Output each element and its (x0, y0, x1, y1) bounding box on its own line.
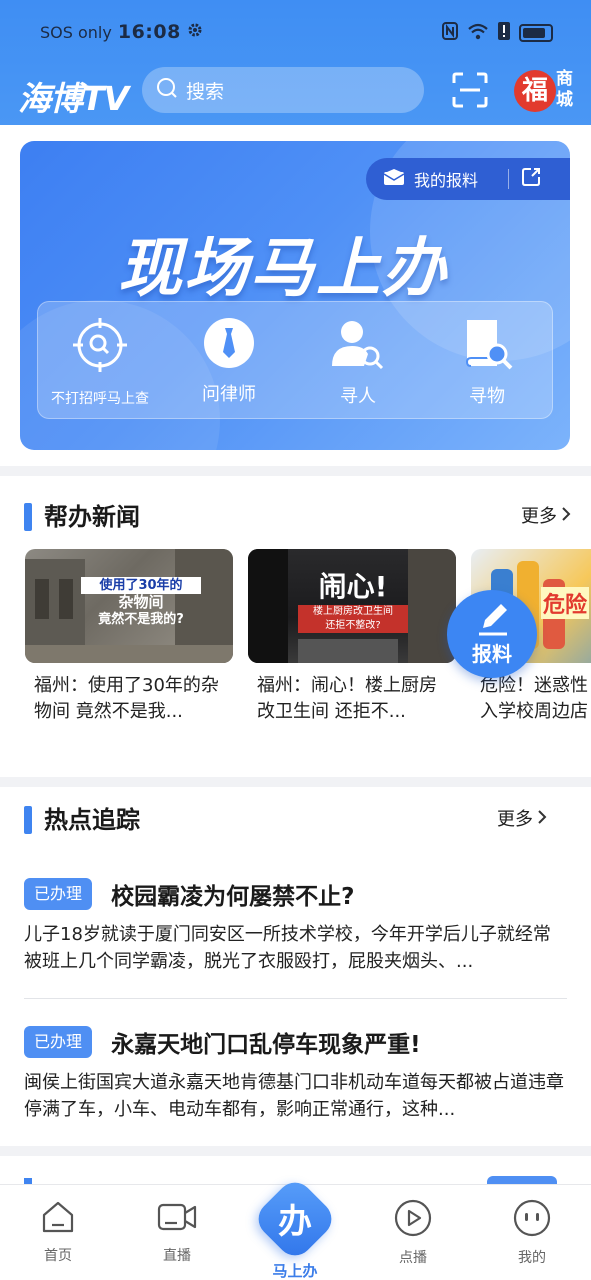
news-thumbnail: 闹心! 楼上厨房改卫生间 还拒不整改? (248, 549, 456, 663)
alert-icon (498, 22, 510, 44)
news-caption: 危险！迷惑性入学校周边店 (480, 675, 588, 722)
thumb-line: 楼上厨房改卫生间 (298, 605, 408, 619)
news-caption: 福州：闹心！楼上厨房改卫生间 还拒不... (257, 675, 437, 722)
help-news-header: 帮办新闻 更多 (24, 500, 571, 534)
section-divider (0, 777, 591, 787)
book-search-icon (459, 320, 515, 376)
action-label: 寻人 (340, 386, 376, 407)
nav-home[interactable]: 首页 (18, 1199, 98, 1265)
mall-badge: 福 (514, 70, 556, 112)
thumb-headline: 闹心! 楼上厨房改卫生间 还拒不整改? (298, 571, 408, 633)
chevron-right-icon (537, 805, 547, 835)
action-label: 寻物 (469, 386, 505, 407)
banner-title: 现场马上办 (118, 232, 448, 306)
action-ask-lawyer[interactable]: 问律师 (169, 316, 289, 406)
hot-item-desc: 儿子18岁就读于厦门同安区一所技术学校，今年开学后儿子就经常被班上几个同学霸凌，… (24, 924, 551, 972)
nav-label: 首页 (44, 1248, 72, 1264)
tie-icon (202, 318, 256, 374)
thumb-headline: 使用了30年的 杂物间 竟然不是我的? (81, 577, 201, 628)
news-thumbnail: 使用了30年的 杂物间 竟然不是我的? (25, 549, 233, 663)
pill-divider (508, 169, 510, 189)
hot-tracking-header: 热点追踪 更多 (24, 803, 571, 837)
section-title: 热点追踪 (44, 806, 140, 834)
more-link[interactable]: 更多 (497, 805, 547, 835)
chevron-right-icon (561, 502, 571, 532)
nav-handle-now[interactable]: 办 马上办 (251, 1175, 339, 1280)
report-fab[interactable]: 报料 (447, 590, 537, 678)
mall-button[interactable]: 福 商城 (512, 68, 578, 114)
person-search-icon (330, 321, 386, 376)
magnifier-target-icon (71, 318, 129, 378)
thumb-line: 杂物间 (118, 593, 164, 611)
banner-action-panel: 不打招呼马上查 问律师 寻人 寻物 (37, 301, 553, 419)
nav-label: 直播 (163, 1248, 191, 1264)
home-icon (40, 1201, 76, 1239)
nfc-icon (442, 22, 458, 44)
status-badge: 已办理 (24, 878, 92, 910)
action-label: 问律师 (202, 384, 256, 405)
nav-label: 我的 (518, 1250, 546, 1266)
center-glyph: 办 (278, 1202, 312, 1242)
section-accent-bar (24, 503, 32, 531)
news-card[interactable]: 使用了30年的 杂物间 竟然不是我的? 福州：使用了30年的杂物间 竟然不是我.… (25, 549, 235, 725)
hot-item[interactable]: 已办理 永嘉天地门口乱停车现象严重! 闽侯上街国宾大道永嘉天地肯德基门口非机动车… (24, 1025, 567, 1123)
wifi-icon (467, 22, 489, 44)
clock: 16:08 (117, 21, 181, 43)
search-bar[interactable]: 搜索 (142, 67, 424, 113)
fab-label: 报料 (472, 642, 512, 666)
news-caption: 福州：使用了30年的杂物间 竟然不是我... (34, 675, 219, 722)
action-find-item[interactable]: 寻物 (427, 316, 547, 408)
status-bar: SOS only 16:08 (0, 0, 591, 64)
search-placeholder: 搜索 (186, 80, 225, 103)
mall-label: 商城 (556, 69, 573, 110)
more-label: 更多 (497, 809, 533, 830)
share-icon[interactable] (521, 167, 541, 191)
mail-icon (383, 169, 405, 189)
hot-item[interactable]: 已办理 校园霸凌为何屡禁不止? 儿子18岁就读于厦门同安区一所技术学校，今年开学… (24, 877, 567, 975)
thumb-line: 竟然不是我的? (98, 612, 184, 627)
action-find-person[interactable]: 寻人 (298, 316, 418, 408)
hot-item-title: 校园霸凌为何屡禁不止? (111, 884, 355, 910)
carrier-text: SOS only (40, 22, 112, 42)
scan-icon[interactable] (452, 72, 488, 108)
nav-mine[interactable]: 我的 (492, 1199, 572, 1267)
app-logo: 海博TV (18, 79, 129, 118)
more-link[interactable]: 更多 (521, 502, 571, 532)
hot-item-title: 永嘉天地门口乱停车现象严重! (111, 1032, 421, 1058)
thumb-line: 危险 (541, 587, 590, 619)
my-report-label: 我的报料 (414, 171, 479, 190)
status-badge: 已办理 (24, 1026, 92, 1058)
service-banner[interactable]: 我的报料 现场马上办 不打招呼马上查 问律师 寻人 寻物 (20, 141, 570, 450)
play-icon (394, 1199, 432, 1241)
hot-item-desc: 闽侯上街国宾大道永嘉天地肯德基门口非机动车道每天都被占道违章停满了车，小车、电动… (24, 1072, 564, 1120)
news-card[interactable]: 闹心! 楼上厨房改卫生间 还拒不整改? 福州：闹心！楼上厨房改卫生间 还拒不..… (248, 549, 458, 725)
thumb-line: 使用了30年的 (81, 577, 201, 594)
section-divider (0, 466, 591, 476)
item-divider (24, 998, 567, 999)
section-accent-bar (24, 806, 32, 834)
smile-face-icon (513, 1199, 551, 1241)
thumb-line: 闹心! (318, 570, 388, 603)
action-instant-check[interactable]: 不打招呼马上查 (40, 316, 160, 408)
more-label: 更多 (521, 506, 557, 527)
gear-icon (187, 22, 203, 42)
action-label: 不打招呼马上查 (51, 391, 149, 407)
nav-label: 点播 (399, 1250, 427, 1266)
video-camera-icon (157, 1203, 197, 1239)
my-report-button[interactable]: 我的报料 (366, 158, 570, 200)
search-icon (156, 77, 178, 104)
battery-icon (519, 24, 553, 42)
section-divider (0, 1146, 591, 1156)
nav-live[interactable]: 直播 (137, 1199, 217, 1265)
thumb-line: 还拒不整改? (298, 619, 408, 633)
nav-vod[interactable]: 点播 (373, 1199, 453, 1267)
nav-label: 马上办 (272, 1262, 318, 1280)
pencil-icon (475, 600, 511, 640)
section-title: 帮办新闻 (44, 503, 140, 531)
